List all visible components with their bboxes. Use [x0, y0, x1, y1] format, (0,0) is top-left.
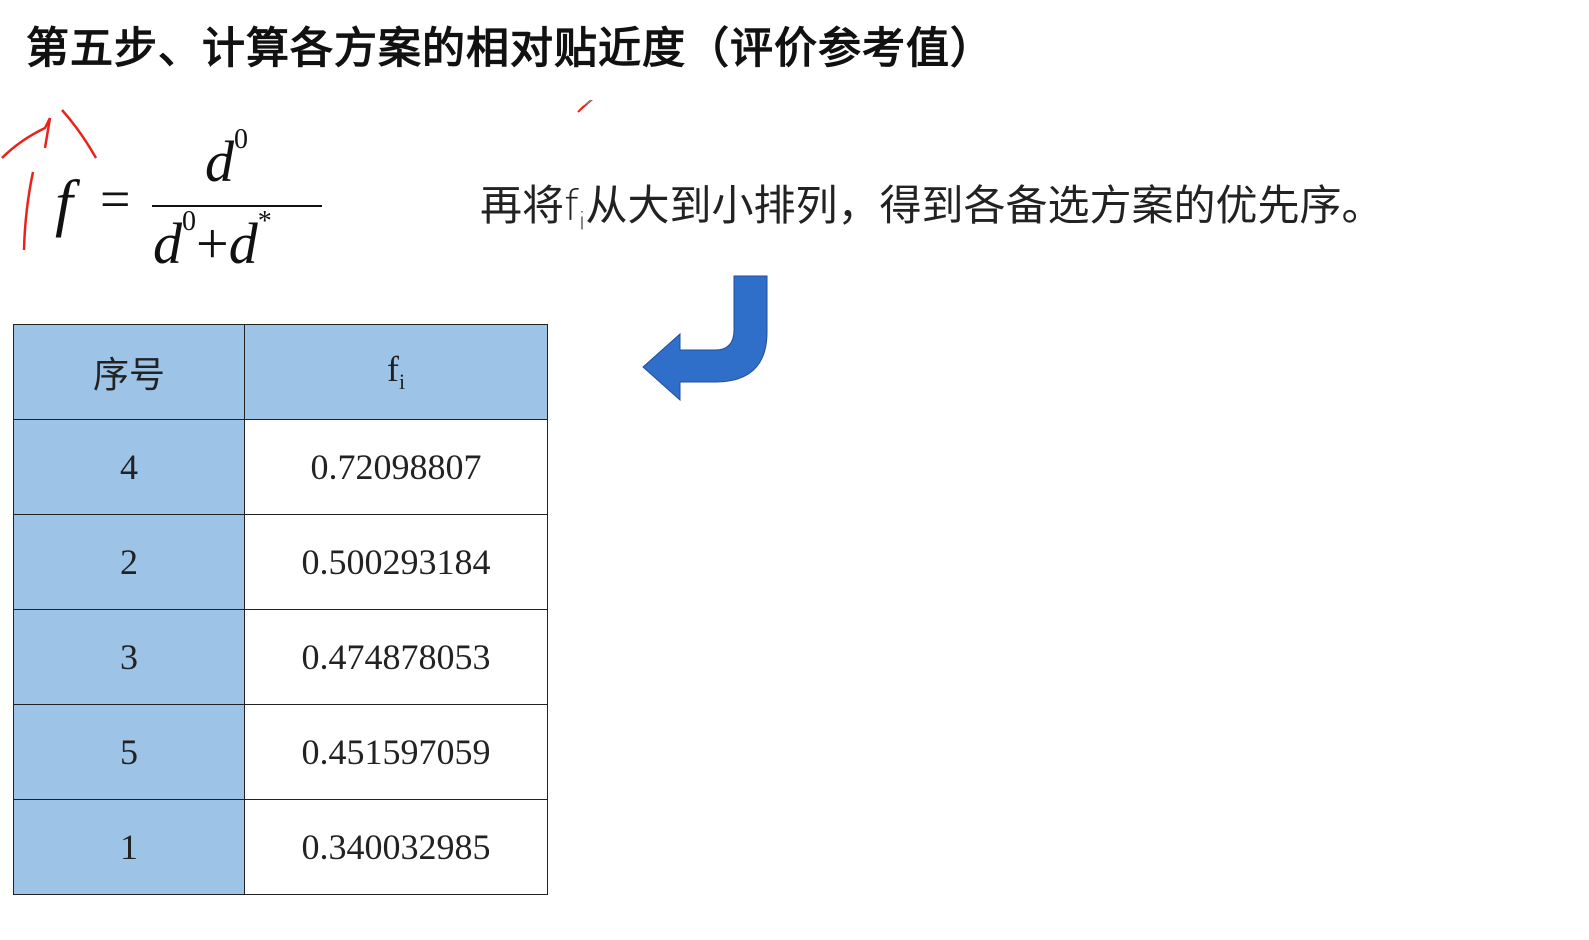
formula-denominator: d0+d* — [153, 206, 272, 276]
instruction-text: 再将fi从大到小排列，得到各备选方案的优先序。 — [480, 181, 1384, 236]
formula-lhs: f — [55, 167, 73, 238]
table-row: 5 0.451597059 — [13, 704, 548, 800]
curved-arrow-icon — [642, 275, 768, 402]
header-fi: fi — [244, 324, 548, 420]
closeness-formula: f = d0 d0+d* — [55, 124, 355, 276]
formula-equals: = — [100, 169, 131, 229]
header-index: 序号 — [13, 324, 245, 420]
table-row: 4 0.72098807 — [13, 419, 548, 515]
slide-title: 第五步、计算各方案的相对贴近度（评价参考值） — [26, 24, 994, 74]
table-row: 3 0.474878053 — [13, 609, 548, 705]
formula-numerator: d0 — [205, 124, 248, 194]
table-row: 2 0.500293184 — [13, 514, 548, 610]
table-row: 1 0.340032985 — [13, 799, 548, 895]
closeness-table: 序号 fi 4 0.72098807 2 0.500293184 3 0.474878… — [13, 324, 548, 895]
fraction-bar — [152, 205, 322, 207]
table-header-row: 序号 fi — [13, 324, 548, 420]
